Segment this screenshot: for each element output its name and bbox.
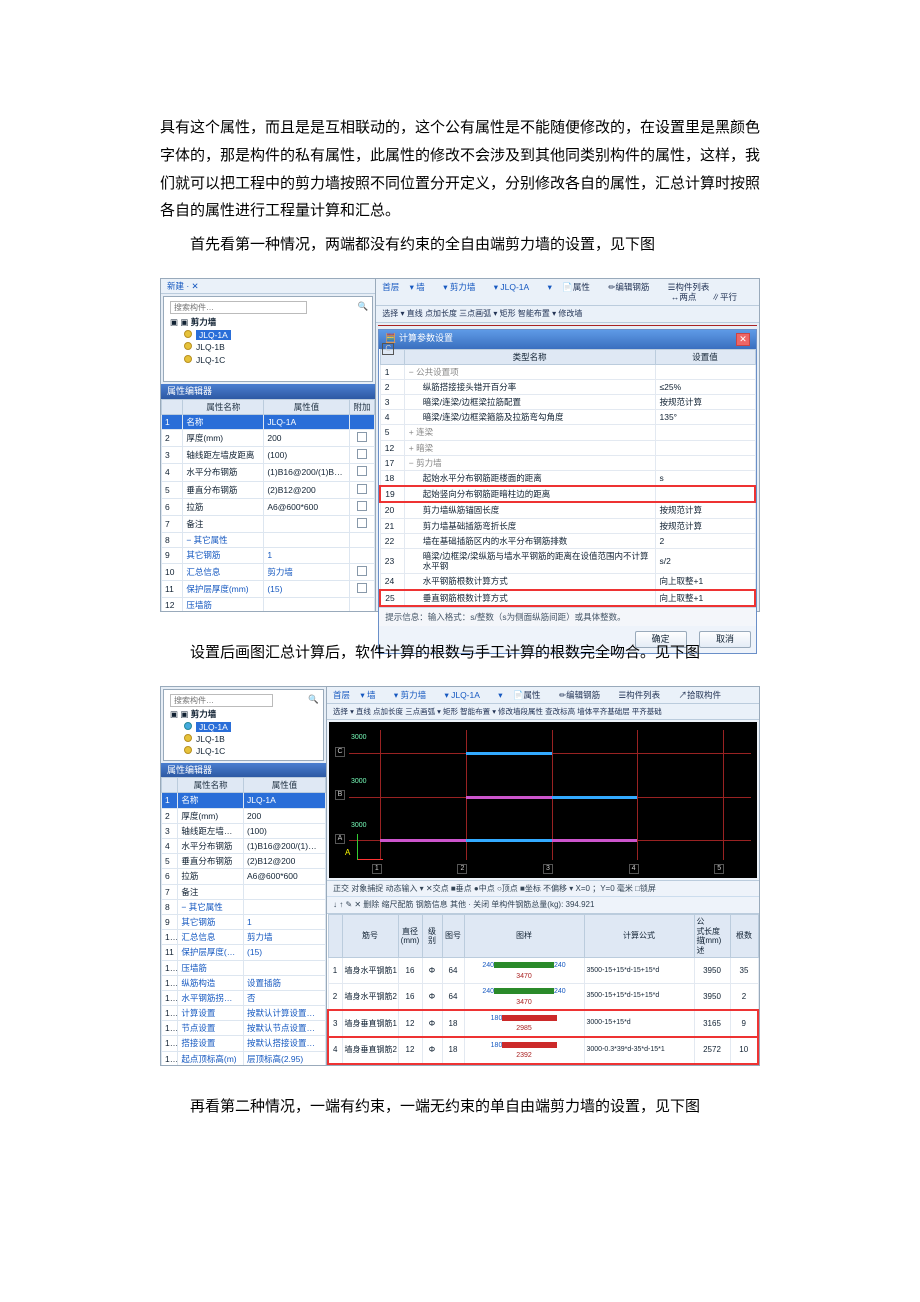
para-4: 再看第二种情况，一端有约束，一端无约束的单自由端剪力墙的设置，见下图 — [160, 1094, 760, 1122]
settings-table[interactable]: 类型名称设置值 1− 公共设置项2纵筋搭接接头错开百分率≤25%3暗梁/连梁/边… — [379, 349, 756, 607]
cancel-button[interactable]: 取消 — [699, 631, 751, 648]
tree-panel: 🔍 ▣ ▣ 剪力墙 JLQ-1A JLQ-1B JLQ-1C — [163, 689, 324, 761]
result-toolbar[interactable]: ↓ ↑ ✎ ✕ 删除 缩尺配筋 钢筋信息 其他 · 关闭 单构件钢筋总量(kg)… — [327, 896, 759, 913]
new-menu[interactable]: 新建 · ✕ — [167, 281, 199, 291]
dialog-hint: 提示信息：输入格式：s/整数（s为侧面纵筋间距）或具体整数。 — [379, 607, 756, 626]
para-2: 首先看第一种情况，两端都没有约束的全自由端剪力墙的设置，见下图 — [160, 232, 760, 260]
top-toolbar[interactable]: 首层 ▾ 墙 ▾ 剪力墙 ▾ JLQ-1A ▾ 📄属性 ✏编辑钢筋 ☰构件列表 … — [376, 279, 759, 306]
para-1: 具有这个属性，而且是是互相联动的，这个公有属性是不能随便修改的，在设置里是黑颜色… — [160, 115, 760, 226]
tree-item-jlq1a[interactable]: JLQ-1A — [184, 329, 366, 341]
tree-search-input[interactable] — [170, 301, 307, 314]
calc-settings-dialog: 🧮 计算参数设置✕ 类型名称设置值 1− 公共设置项2纵筋搭接接头错开百分率≤2… — [378, 329, 757, 654]
tree-search-input[interactable] — [170, 694, 273, 707]
sub-toolbar[interactable]: 选择 ▾ 直线 点加长度 三点画弧 ▾ 矩形 智能布置 ▾ 修改墙段属性 查改标… — [327, 704, 759, 720]
status-bar[interactable]: 正交 对象捕捉 动态输入 ▾ ✕交点 ■垂点 ●中点 ○顶点 ■坐标 不偏移 ▾… — [327, 880, 759, 897]
tree-item-jlq1c[interactable]: JLQ-1C — [184, 354, 366, 366]
result-table[interactable]: 筋号直径(mm)级别图号图样计算公式公式描述长度(mm)根数1墙身水平钢筋116… — [327, 914, 759, 1065]
sub-toolbar[interactable]: 选择 ▾ 直线 点加长度 三点画弧 ▾ 矩形 智能布置 ▾ 修改墙 — [376, 306, 759, 323]
prop-panel-title: 属性编辑器 — [161, 763, 326, 778]
tree-item-jlq1b[interactable]: JLQ-1B — [184, 341, 366, 353]
prop-panel-title: 属性编辑器 — [161, 384, 375, 399]
tree-item-jlq1b[interactable]: JLQ-1B — [184, 733, 317, 745]
tree-root[interactable]: 剪力墙 — [191, 709, 217, 719]
tree-root[interactable]: 剪力墙 — [191, 317, 217, 327]
property-table[interactable]: 属性名称属性值 1名称JLQ-1A2厚度(mm)2003轴线距左墙皮距离(100… — [161, 777, 326, 1064]
search-icon[interactable]: 🔍 — [308, 694, 319, 704]
tree-item-jlq1a[interactable]: JLQ-1A — [184, 721, 317, 733]
tree-item-jlq1c[interactable]: JLQ-1C — [184, 745, 317, 757]
figure-2: 🔍 ▣ ▣ 剪力墙 JLQ-1A JLQ-1B JLQ-1C 属性编辑器 属性名… — [160, 686, 760, 1066]
search-icon[interactable]: 🔍 — [358, 301, 369, 311]
cad-canvas[interactable]: CBA12345300030003000A — [329, 722, 757, 878]
para-3: 设置后画图汇总计算后，软件计算的根数与手工计算的根数完全吻合。见下图 — [160, 640, 760, 668]
figure-1: 新建 · ✕ 🔍 ▣ ▣ 剪力墙 JLQ-1A JLQ-1B JLQ-1C 属性… — [160, 278, 760, 612]
close-icon[interactable]: ✕ — [736, 333, 750, 346]
top-toolbar[interactable]: 首层 ▾ 墙 ▾ 剪力墙 ▾ JLQ-1A ▾ 📄属性 ✏编辑钢筋 ☰构件列表 … — [327, 687, 759, 704]
tree-panel: 🔍 ▣ ▣ 剪力墙 JLQ-1A JLQ-1B JLQ-1C — [163, 296, 373, 382]
property-table[interactable]: 属性名称属性值附加 1名称JLQ-1A2厚度(mm)2003轴线距左墙皮距离(1… — [161, 399, 375, 611]
